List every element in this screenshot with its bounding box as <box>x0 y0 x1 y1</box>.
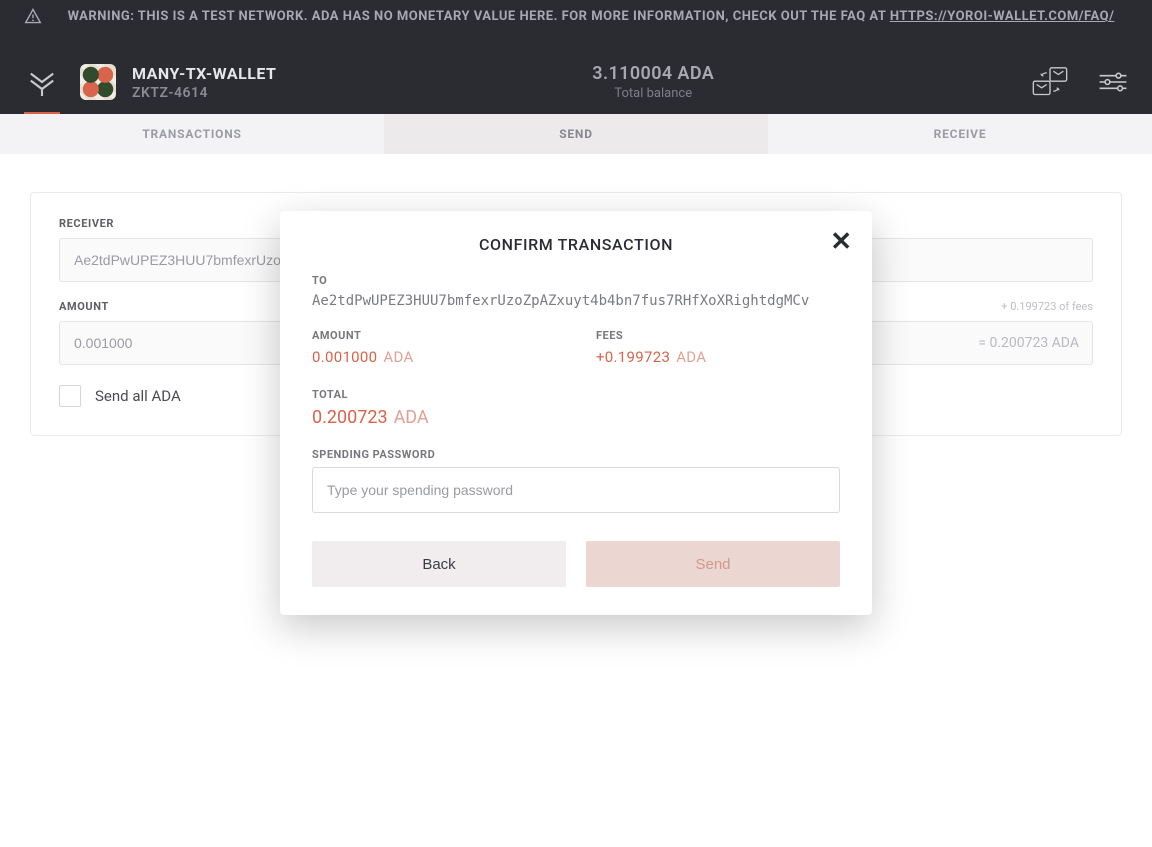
send-all-label: Send all ADA <box>95 387 181 405</box>
tab-send[interactable]: SEND <box>384 114 768 154</box>
amount-equals: = 0.200723 ADA <box>978 335 1079 351</box>
warning-icon <box>24 8 42 28</box>
wallet-plate-id: ZKTZ-4614 <box>132 85 276 101</box>
wallets-icon[interactable] <box>1030 66 1070 98</box>
close-icon[interactable]: ✕ <box>830 229 852 255</box>
confirm-total-value: 0.200723ADA <box>312 407 840 428</box>
back-button[interactable]: Back <box>312 541 566 587</box>
tab-transactions[interactable]: TRANSACTIONS <box>0 114 384 154</box>
confirm-fees-value: +0.199723ADA <box>596 348 840 366</box>
confirm-amount-value: 0.001000ADA <box>312 348 556 366</box>
spending-password-label: SPENDING PASSWORD <box>312 448 840 461</box>
test-network-warning-banner: WARNING: THIS IS A TEST NETWORK. ADA HAS… <box>0 0 1152 50</box>
send-button[interactable]: Send <box>586 541 840 587</box>
warning-text: WARNING: THIS IS A TEST NETWORK. ADA HAS… <box>68 9 890 24</box>
wallet-header: MANY-TX-WALLET ZKTZ-4614 3.110004 ADA To… <box>0 50 1152 114</box>
tab-receive[interactable]: RECEIVE <box>768 114 1152 154</box>
app-logo[interactable] <box>24 50 60 114</box>
wallet-name: MANY-TX-WALLET <box>132 64 276 83</box>
send-all-checkbox[interactable] <box>59 385 81 407</box>
modal-title: CONFIRM TRANSACTION <box>312 235 840 254</box>
settings-icon[interactable] <box>1098 70 1128 94</box>
to-label: TO <box>312 274 840 287</box>
wallet-plate-icon <box>80 64 116 100</box>
to-address: Ae2tdPwUPEZ3HUU7bmfexrUzoZpAZxuyt4b4bn7f… <box>312 293 840 309</box>
wallet-tabs: TRANSACTIONS SEND RECEIVE <box>0 114 1152 154</box>
confirm-amount-label: AMOUNT <box>312 329 556 342</box>
confirm-total-label: TOTAL <box>312 388 840 401</box>
faq-link[interactable]: HTTPS://YOROI-WALLET.COM/FAQ/ <box>890 9 1115 24</box>
total-balance-amount: 3.110004 ADA <box>296 63 1010 84</box>
confirm-transaction-modal: CONFIRM TRANSACTION ✕ TO Ae2tdPwUPEZ3HUU… <box>280 211 872 615</box>
fees-hint: + 0.199723 of fees <box>1001 300 1093 313</box>
confirm-fees-label: FEES <box>596 329 840 342</box>
total-balance-label: Total balance <box>296 86 1010 101</box>
spending-password-input[interactable] <box>312 467 840 513</box>
